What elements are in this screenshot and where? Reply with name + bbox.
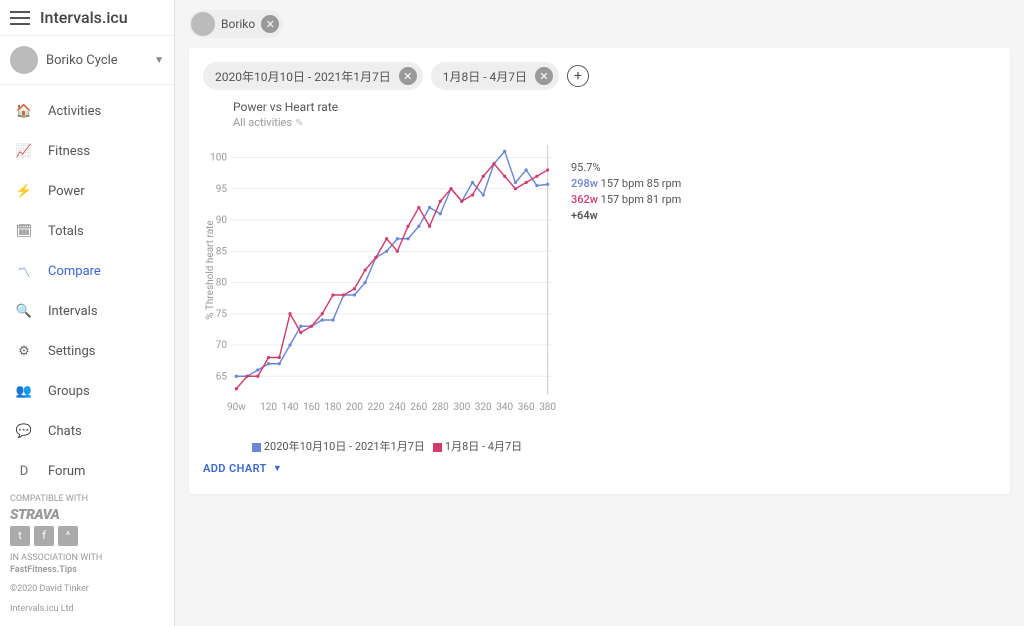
svg-text:75: 75 — [216, 309, 228, 320]
chart-legend: 2020年10月10日 - 2021年1月7日1月8日 - 4月7日 — [203, 438, 563, 454]
main: Boriko ✕ 2020年10月10日 - 2021年1月7日✕ 1月8日 - … — [175, 0, 1024, 626]
svg-text:360: 360 — [518, 402, 535, 413]
chart: Power vs Heart rate All activities✎ 65 70… — [203, 100, 563, 454]
date-range-chip[interactable]: 2020年10月10日 - 2021年1月7日✕ — [203, 62, 423, 90]
sidebar: Intervals.icu Boriko Cycle ▼ 🏠Activities… — [0, 0, 175, 626]
hover-percent: 95.7% — [571, 160, 681, 176]
tab-row: Boriko ✕ — [189, 10, 1010, 38]
nav-item-settings[interactable]: ⚙Settings — [0, 331, 174, 371]
user-selector[interactable]: Boriko Cycle ▼ — [0, 36, 174, 85]
compatible-label: COMPATIBLE WITH — [10, 493, 164, 506]
strava-icon[interactable]: ^ — [58, 526, 78, 546]
chevron-down-icon: ▼ — [273, 463, 282, 474]
svg-text:380: 380 — [539, 402, 556, 413]
close-icon[interactable]: ✕ — [261, 15, 279, 33]
add-chart-button[interactable]: ADD CHART▼ — [203, 462, 282, 475]
avatar — [10, 46, 38, 74]
tab-name: Boriko — [221, 17, 255, 31]
power-icon: ⚡ — [14, 181, 34, 201]
svg-text:340: 340 — [496, 402, 513, 413]
nav-item-chats[interactable]: 💬Chats — [0, 411, 174, 451]
svg-text:260: 260 — [410, 402, 427, 413]
hover-series-2: 362w 157 bpm 81 rpm — [571, 192, 681, 208]
facebook-icon[interactable]: f — [34, 526, 54, 546]
copyright-label: ©2020 David Tinker — [10, 583, 164, 596]
svg-text:220: 220 — [367, 402, 384, 413]
chart-panel: 2020年10月10日 - 2021年1月7日✕ 1月8日 - 4月7日✕ + Po… — [189, 48, 1010, 494]
hover-diff: +64w — [571, 208, 681, 224]
nav: 🏠Activities📈Fitness⚡Power🗓Totals〽Compare… — [0, 85, 174, 483]
svg-text:240: 240 — [389, 402, 406, 413]
svg-text:80: 80 — [216, 278, 228, 289]
twitter-icon[interactable]: t — [10, 526, 30, 546]
groups-icon: 👥 — [14, 381, 34, 401]
svg-text:70: 70 — [216, 340, 228, 351]
totals-icon: 🗓 — [14, 221, 34, 241]
nav-item-power[interactable]: ⚡Power — [0, 171, 174, 211]
strava-logo: STRAVA — [10, 506, 164, 526]
svg-text:90w: 90w — [227, 402, 246, 413]
chats-icon: 💬 — [14, 421, 34, 441]
company-label: Intervals.icu Ltd — [10, 603, 164, 616]
sidebar-header: Intervals.icu — [0, 0, 174, 36]
close-icon[interactable]: ✕ — [399, 67, 417, 85]
chart-subtitle: All activities✎ — [233, 116, 303, 129]
svg-text:65: 65 — [216, 371, 228, 382]
pencil-icon[interactable]: ✎ — [295, 118, 303, 129]
nav-item-compare[interactable]: 〽Compare — [0, 251, 174, 291]
close-icon[interactable]: ✕ — [535, 67, 553, 85]
nav-item-activities[interactable]: 🏠Activities — [0, 91, 174, 131]
chevron-down-icon: ▼ — [154, 55, 164, 66]
chart-title: Power vs Heart rate — [233, 100, 338, 114]
svg-text:320: 320 — [475, 402, 492, 413]
svg-text:200: 200 — [346, 402, 363, 413]
chart-wrap: Power vs Heart rate All activities✎ 65 70… — [203, 100, 996, 454]
svg-text:100: 100 — [210, 153, 227, 164]
hover-series-1: 298w 157 bpm 85 rpm — [571, 176, 681, 192]
brand-title: Intervals.icu — [40, 8, 128, 27]
add-date-range-button[interactable]: + — [567, 65, 589, 87]
svg-text:120: 120 — [260, 402, 277, 413]
association-label: IN ASSOCIATION WITH — [10, 552, 164, 565]
svg-text:140: 140 — [282, 402, 299, 413]
compare-icon: 〽 — [14, 261, 34, 281]
svg-text:90: 90 — [216, 215, 228, 226]
svg-text:85: 85 — [216, 246, 228, 257]
nav-item-fitness[interactable]: 📈Fitness — [0, 131, 174, 171]
settings-icon: ⚙ — [14, 341, 34, 361]
nav-item-forum[interactable]: DForum — [0, 451, 174, 483]
user-name: Boriko Cycle — [46, 53, 154, 68]
svg-text:280: 280 — [432, 402, 449, 413]
intervals-icon: 🔍 — [14, 301, 34, 321]
nav-item-groups[interactable]: 👥Groups — [0, 371, 174, 411]
nav-item-totals[interactable]: 🗓Totals — [0, 211, 174, 251]
svg-text:% Threshold heart rate: % Threshold heart rate — [205, 220, 216, 319]
activities-icon: 🏠 — [14, 101, 34, 121]
sidebar-footer: COMPATIBLE WITH STRAVA t f ^ IN ASSOCIAT… — [0, 483, 174, 626]
avatar — [191, 12, 215, 36]
chart-svg[interactable]: 65 70 75 80 85 90 95 100 90w 120 140 160 180 200 220 24… — [203, 100, 563, 430]
svg-text:300: 300 — [453, 402, 470, 413]
hover-tooltip: 95.7% 298w 157 bpm 85 rpm 362w 157 bpm 8… — [571, 160, 681, 224]
nav-item-intervals[interactable]: 🔍Intervals — [0, 291, 174, 331]
svg-text:180: 180 — [325, 402, 342, 413]
fitness-icon: 📈 — [14, 141, 34, 161]
fastfitness-label: FastFitness.Tips — [10, 564, 164, 577]
forum-icon: D — [14, 461, 34, 481]
svg-text:160: 160 — [303, 402, 320, 413]
date-range-chip[interactable]: 1月8日 - 4月7日✕ — [431, 62, 559, 90]
date-chip-row: 2020年10月10日 - 2021年1月7日✕ 1月8日 - 4月7日✕ + — [203, 62, 996, 90]
svg-text:95: 95 — [216, 184, 228, 195]
user-tab-chip[interactable]: Boriko ✕ — [189, 10, 283, 38]
social-icons: t f ^ — [10, 526, 164, 546]
hamburger-icon[interactable] — [10, 11, 30, 25]
